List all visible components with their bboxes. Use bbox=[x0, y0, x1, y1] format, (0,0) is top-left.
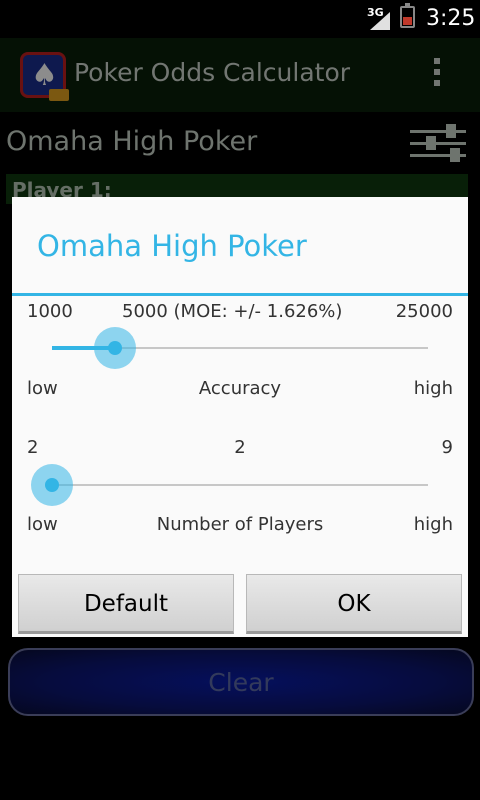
battery-icon bbox=[400, 3, 415, 28]
players-name-label: Number of Players bbox=[156, 514, 324, 535]
players-current-value: 2 bbox=[234, 437, 246, 458]
dialog-title: Omaha High Poker bbox=[37, 229, 307, 263]
default-button-label: Default bbox=[83, 591, 169, 617]
accuracy-min-label: 1000 bbox=[27, 301, 73, 322]
accuracy-current-value: 5000 (MOE: +/- 1.626%) bbox=[122, 301, 343, 322]
players-slider-knob bbox=[45, 478, 59, 492]
accuracy-max-label: 25000 bbox=[395, 301, 453, 322]
ok-button[interactable]: OK bbox=[246, 574, 462, 634]
status-bar: 3G 3:25 bbox=[0, 0, 480, 38]
players-max-label: 9 bbox=[441, 437, 453, 458]
accuracy-name-label: Accuracy bbox=[198, 378, 282, 399]
players-high-label: high bbox=[413, 514, 453, 535]
accuracy-slider-thumb[interactable] bbox=[93, 327, 136, 369]
clock: 3:25 bbox=[426, 6, 476, 31]
settings-dialog: Omaha High Poker 1000 5000 (MOE: +/- 1.6… bbox=[12, 197, 468, 637]
accuracy-slider-knob bbox=[107, 341, 122, 355]
players-slider-track[interactable] bbox=[52, 484, 428, 486]
ok-button-label: OK bbox=[337, 591, 371, 617]
dialog-divider bbox=[12, 293, 468, 296]
players-slider-thumb[interactable] bbox=[31, 464, 73, 506]
accuracy-high-label: high bbox=[413, 378, 453, 399]
default-button[interactable]: Default bbox=[18, 574, 234, 634]
signal-icon bbox=[370, 12, 390, 30]
